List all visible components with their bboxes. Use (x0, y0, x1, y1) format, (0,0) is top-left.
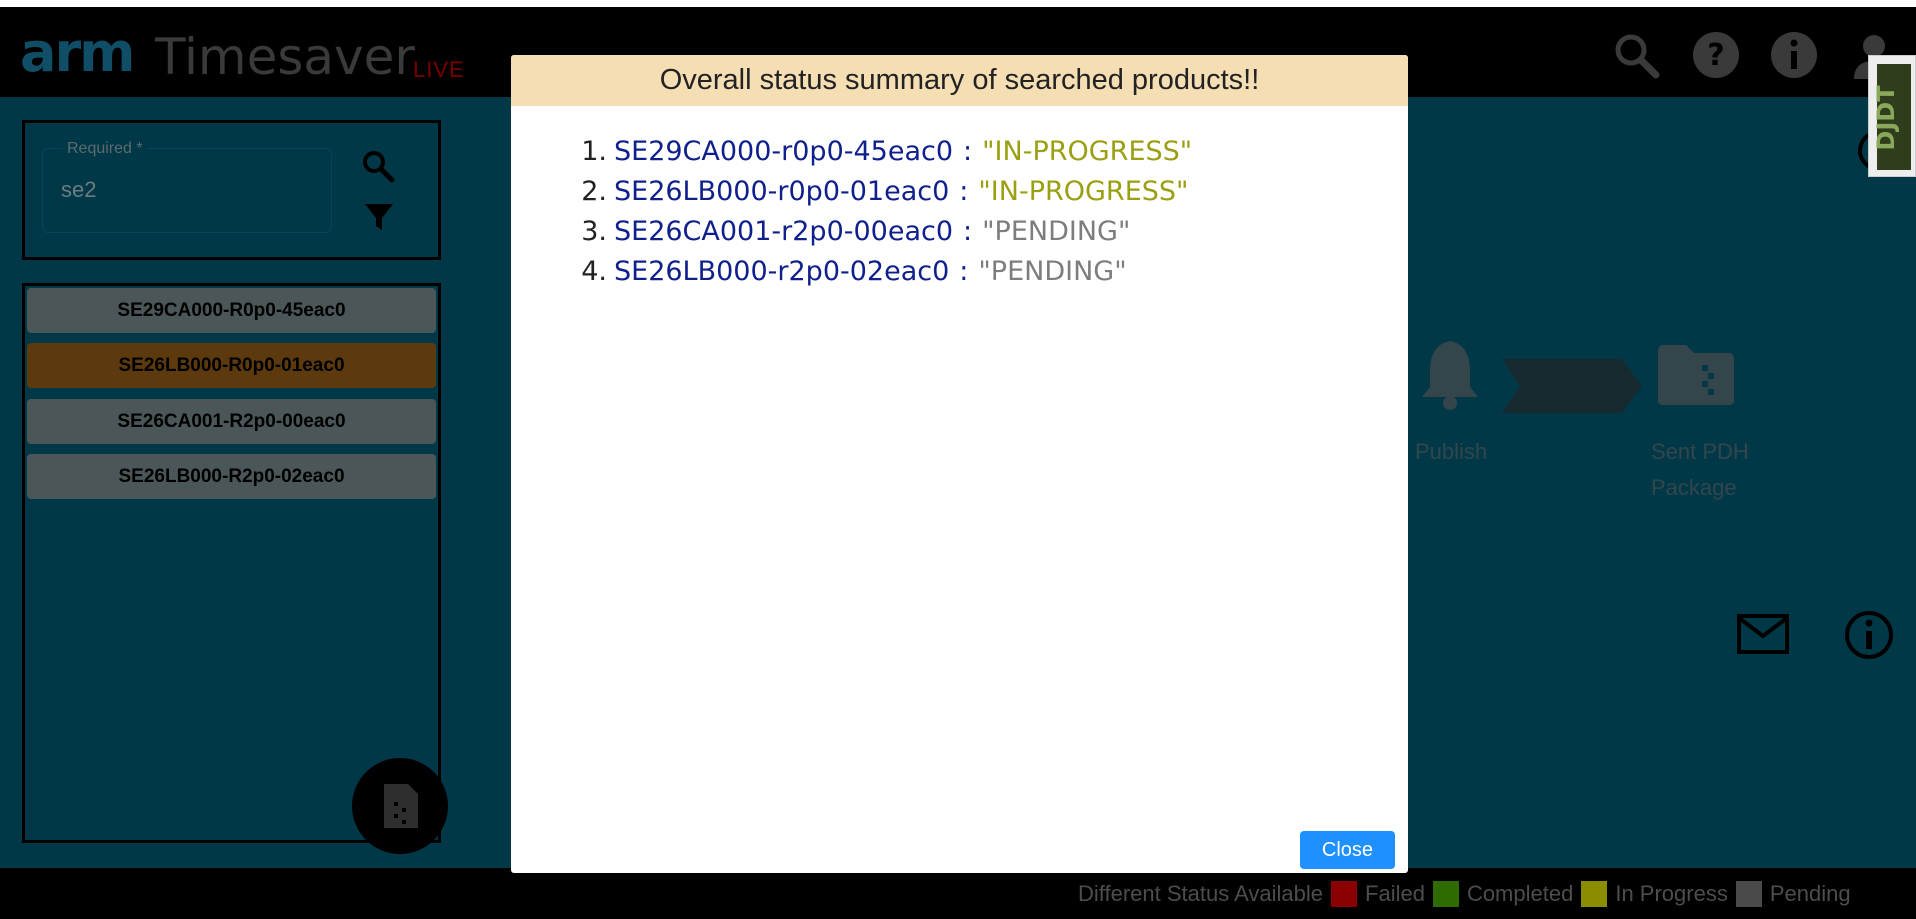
status-list-item: 3. SE26CA001-r2p0-00eac0 : "PENDING" (571, 216, 1408, 256)
separator: : (959, 256, 969, 287)
product-status: "IN-PROGRESS" (982, 136, 1193, 167)
separator: : (963, 136, 973, 167)
modal-title: Overall status summary of searched produ… (511, 55, 1408, 106)
separator: : (959, 176, 969, 207)
status-summary-modal: Overall status summary of searched produ… (511, 55, 1408, 873)
item-number: 2. (581, 176, 607, 207)
product-status: "IN-PROGRESS" (978, 176, 1189, 207)
product-status: "PENDING" (978, 256, 1127, 287)
item-number: 3. (581, 216, 607, 247)
product-code: SE29CA000-r0p0-45eac0 (614, 136, 954, 167)
product-code: SE26LB000-r2p0-02eac0 (614, 256, 950, 287)
item-number: 4. (581, 256, 607, 287)
status-list-item: 4. SE26LB000-r2p0-02eac0 : "PENDING" (571, 256, 1408, 296)
item-number: 1. (581, 136, 607, 167)
status-list-item: 1. SE29CA000-r0p0-45eac0 : "IN-PROGRESS" (571, 136, 1408, 176)
product-code: SE26CA001-r2p0-00eac0 (614, 216, 954, 247)
separator: : (963, 216, 973, 247)
close-button[interactable]: Close (1300, 831, 1395, 869)
product-status: "PENDING" (982, 216, 1131, 247)
status-list-item: 2. SE26LB000-r0p0-01eac0 : "IN-PROGRESS" (571, 176, 1408, 216)
product-code: SE26LB000-r0p0-01eac0 (614, 176, 950, 207)
status-list: 1. SE29CA000-r0p0-45eac0 : "IN-PROGRESS"… (511, 106, 1408, 296)
